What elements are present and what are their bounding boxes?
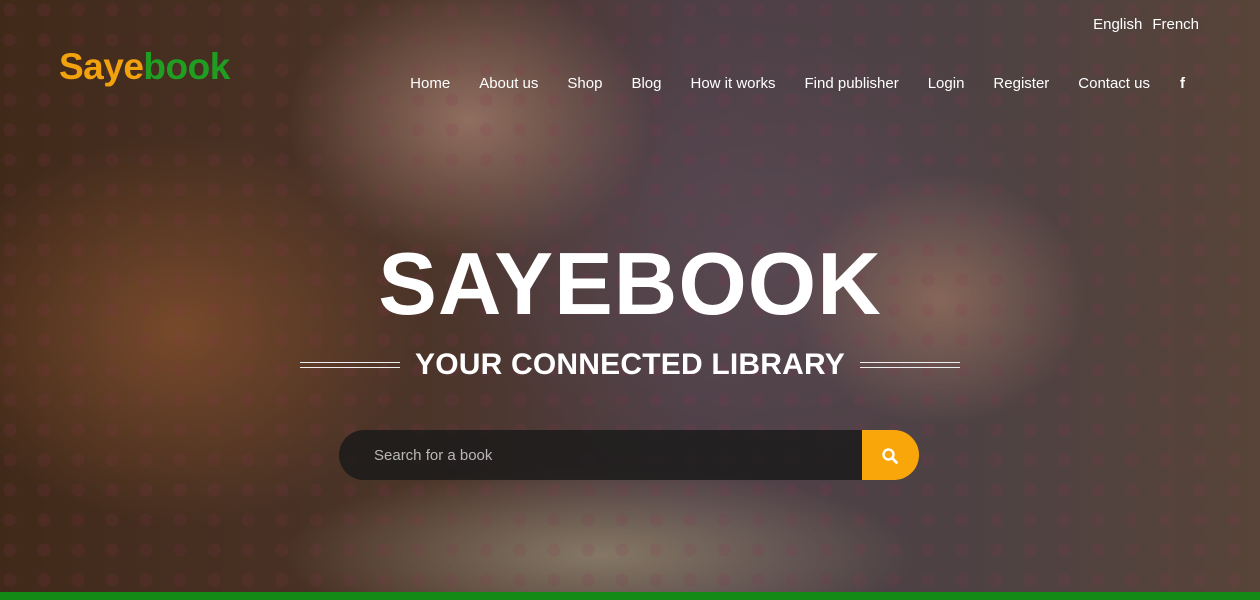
language-english[interactable]: English <box>1093 16 1142 33</box>
nav-register[interactable]: Register <box>993 75 1049 92</box>
search-icon <box>882 448 898 464</box>
search-bar <box>339 430 919 480</box>
nav-shop[interactable]: Shop <box>567 75 602 92</box>
search-input[interactable] <box>339 430 862 480</box>
logo-part-1: Saye <box>59 46 144 87</box>
hero-tagline: YOUR CONNECTED LIBRARY <box>415 348 845 381</box>
tagline-rule-left <box>300 362 401 368</box>
language-switcher: English French <box>1093 16 1199 33</box>
search-button[interactable] <box>862 430 919 480</box>
language-french[interactable]: French <box>1152 16 1199 33</box>
hero-title: SAYEBOOK <box>378 234 882 333</box>
hero-tagline-row: YOUR CONNECTED LIBRARY <box>0 348 1260 382</box>
bottom-accent-bar <box>0 592 1260 600</box>
site-logo[interactable]: Sayebook <box>59 42 230 92</box>
logo-part-2: book <box>143 46 230 87</box>
nav-blog[interactable]: Blog <box>631 75 661 92</box>
nav-contact-us[interactable]: Contact us <box>1078 75 1150 92</box>
facebook-icon[interactable]: f <box>1180 75 1185 92</box>
tagline-rule-right <box>859 362 960 368</box>
nav-find-publisher[interactable]: Find publisher <box>805 75 899 92</box>
nav-about-us[interactable]: About us <box>479 75 538 92</box>
nav-home[interactable]: Home <box>410 75 450 92</box>
main-nav: Home About us Shop Blog How it works Fin… <box>410 75 1185 92</box>
nav-how-it-works[interactable]: How it works <box>690 75 775 92</box>
nav-login[interactable]: Login <box>928 75 965 92</box>
